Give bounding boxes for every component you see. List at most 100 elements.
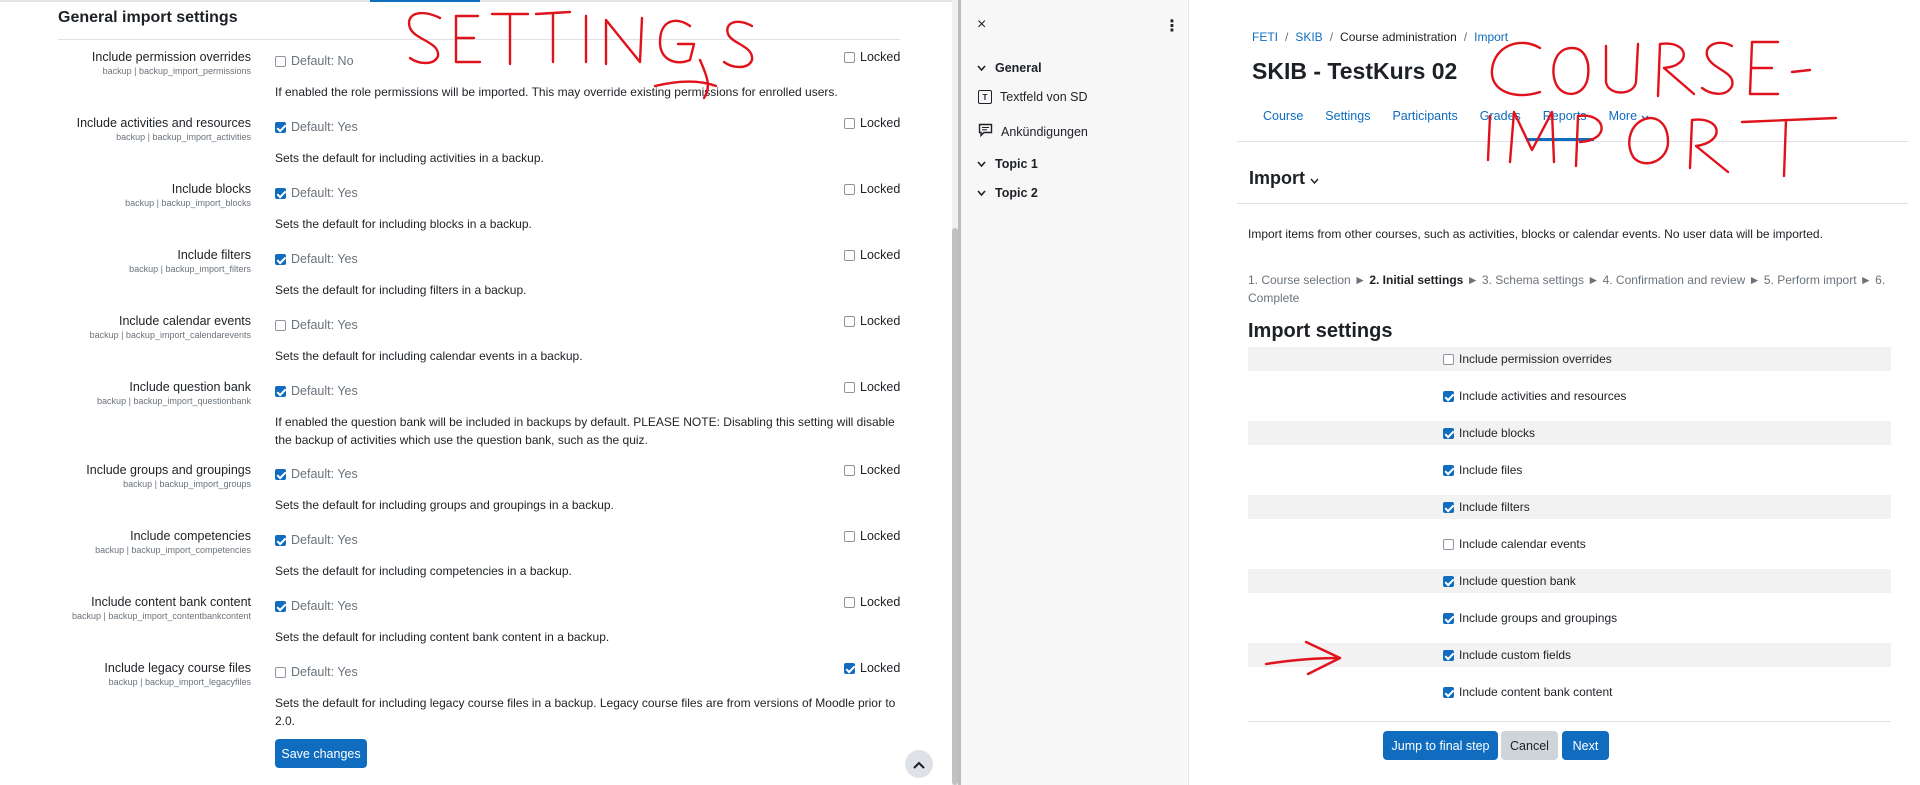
locked-checkbox-field[interactable]: Locked [844, 595, 900, 609]
default-checkbox[interactable] [275, 121, 286, 133]
drawer-section-topic-1[interactable]: Topic 1 [977, 157, 1038, 171]
chevron-down-icon[interactable] [977, 188, 987, 199]
save-changes-button[interactable]: Save changes [275, 739, 367, 768]
default-checkbox[interactable] [275, 534, 286, 546]
locked-checkbox[interactable] [844, 464, 855, 476]
default-checkbox[interactable] [275, 319, 286, 331]
locked-checkbox[interactable] [844, 596, 855, 608]
default-checkbox-field[interactable]: Default: Yes [275, 186, 358, 200]
import-option[interactable]: Include blocks [1443, 426, 1535, 440]
default-checkbox[interactable] [275, 187, 286, 199]
default-checkbox-field[interactable]: Default: Yes [275, 533, 358, 547]
default-label: Default: Yes [291, 665, 358, 679]
drawer-activity-textfeld[interactable]: T Textfeld von SD [978, 90, 1088, 104]
setting-description: Sets the default for including groups an… [275, 498, 614, 512]
locked-checkbox[interactable] [844, 315, 855, 327]
import-option-checkbox[interactable] [1443, 353, 1454, 365]
default-checkbox-field[interactable]: Default: Yes [275, 384, 358, 398]
import-option-checkbox[interactable] [1443, 538, 1454, 550]
tab-settings[interactable]: Settings [1314, 109, 1381, 123]
import-option-checkbox[interactable] [1443, 427, 1454, 439]
setting-label: Include content bank content [91, 595, 251, 609]
default-checkbox-field[interactable]: Default: Yes [275, 665, 358, 679]
setting-key: backup | backup_import_contentbankconten… [72, 611, 251, 621]
default-checkbox-field[interactable]: Default: Yes [275, 318, 358, 332]
top-border-accent [370, 0, 480, 2]
tab-more[interactable]: More [1598, 109, 1660, 123]
default-checkbox-field[interactable]: Default: No [275, 54, 354, 68]
import-option-checkbox[interactable] [1443, 649, 1454, 661]
import-option-checkbox[interactable] [1443, 501, 1454, 513]
locked-checkbox[interactable] [844, 117, 855, 129]
chevron-down-icon[interactable] [977, 63, 987, 74]
import-option[interactable]: Include permission overrides [1443, 352, 1612, 366]
breadcrumb-separator: / [1329, 30, 1334, 44]
locked-checkbox-field[interactable]: Locked [844, 661, 900, 675]
kebab-menu-icon[interactable]: ⋮ [1164, 16, 1180, 36]
import-option[interactable]: Include activities and resources [1443, 389, 1626, 403]
locked-checkbox-field[interactable]: Locked [844, 248, 900, 262]
import-option[interactable]: Include content bank content [1443, 685, 1612, 699]
tab-participants[interactable]: Participants [1381, 109, 1468, 123]
locked-checkbox-field[interactable]: Locked [844, 182, 900, 196]
import-option-label: Include custom fields [1459, 648, 1572, 662]
import-option[interactable]: Include files [1443, 463, 1522, 477]
setting-label: Include activities and resources [76, 116, 251, 130]
import-option-label: Include permission overrides [1459, 352, 1612, 366]
import-option-checkbox[interactable] [1443, 686, 1454, 698]
setting-key: backup | backup_import_calendarevents [89, 330, 251, 340]
import-option[interactable]: Include groups and groupings [1443, 611, 1617, 625]
default-checkbox[interactable] [275, 666, 286, 678]
import-option[interactable]: Include filters [1443, 500, 1530, 514]
locked-checkbox-field[interactable]: Locked [844, 116, 900, 130]
default-checkbox[interactable] [275, 468, 286, 480]
jump-to-final-step-button[interactable]: Jump to final step [1383, 731, 1498, 760]
default-checkbox-field[interactable]: Default: Yes [275, 252, 358, 266]
drawer-section-general[interactable]: General [977, 61, 1042, 75]
scroll-to-top-button[interactable] [905, 750, 933, 778]
locked-checkbox-field[interactable]: Locked [844, 463, 900, 477]
locked-checkbox-field[interactable]: Locked [844, 50, 900, 64]
locked-checkbox[interactable] [844, 381, 855, 393]
tab-reports[interactable]: Reports [1532, 109, 1598, 123]
default-checkbox-field[interactable]: Default: Yes [275, 599, 358, 613]
locked-checkbox[interactable] [844, 662, 855, 674]
default-checkbox-field[interactable]: Default: Yes [275, 467, 358, 481]
close-drawer-icon[interactable]: × [977, 16, 986, 34]
import-action-menu[interactable]: Import [1249, 168, 1319, 189]
drawer-section-topic-2[interactable]: Topic 2 [977, 186, 1038, 200]
next-button[interactable]: Next [1562, 731, 1609, 760]
import-option[interactable]: Include question bank [1443, 574, 1576, 588]
import-option-checkbox[interactable] [1443, 464, 1454, 476]
import-option[interactable]: Include calendar events [1443, 537, 1586, 551]
import-option-label: Include activities and resources [1459, 389, 1627, 403]
chevron-down-icon[interactable] [977, 159, 987, 170]
breadcrumb-link-skib[interactable]: SKIB [1295, 30, 1322, 44]
locked-checkbox-field[interactable]: Locked [844, 314, 900, 328]
breadcrumb-link-feti[interactable]: FETI [1252, 30, 1278, 44]
locked-checkbox-field[interactable]: Locked [844, 380, 900, 394]
default-checkbox[interactable] [275, 600, 286, 612]
locked-checkbox[interactable] [844, 183, 855, 195]
import-option-checkbox[interactable] [1443, 575, 1454, 587]
step-schema-settings: 3. Schema settings [1481, 273, 1584, 287]
setting-label: Include blocks [171, 182, 251, 196]
tab-grades[interactable]: Grades [1469, 109, 1532, 123]
cancel-button[interactable]: Cancel [1501, 731, 1558, 760]
import-option-label: Include blocks [1459, 426, 1536, 440]
drawer-activity-ankuendigungen[interactable]: Ankündigungen [978, 123, 1088, 140]
breadcrumb-link-import[interactable]: Import [1474, 30, 1508, 44]
default-checkbox[interactable] [275, 385, 286, 397]
locked-checkbox[interactable] [844, 530, 855, 542]
tab-course[interactable]: Course [1252, 109, 1314, 123]
default-checkbox[interactable] [275, 55, 286, 67]
course-import-pane: × ⋮ General T Textfeld von SD Ankündigun… [961, 0, 1920, 785]
locked-checkbox-field[interactable]: Locked [844, 529, 900, 543]
import-option-checkbox[interactable] [1443, 612, 1454, 624]
default-checkbox-field[interactable]: Default: Yes [275, 120, 358, 134]
locked-checkbox[interactable] [844, 249, 855, 261]
locked-checkbox[interactable] [844, 51, 855, 63]
default-checkbox[interactable] [275, 253, 286, 265]
import-option-checkbox[interactable] [1443, 390, 1454, 402]
import-option[interactable]: Include custom fields [1443, 648, 1571, 662]
